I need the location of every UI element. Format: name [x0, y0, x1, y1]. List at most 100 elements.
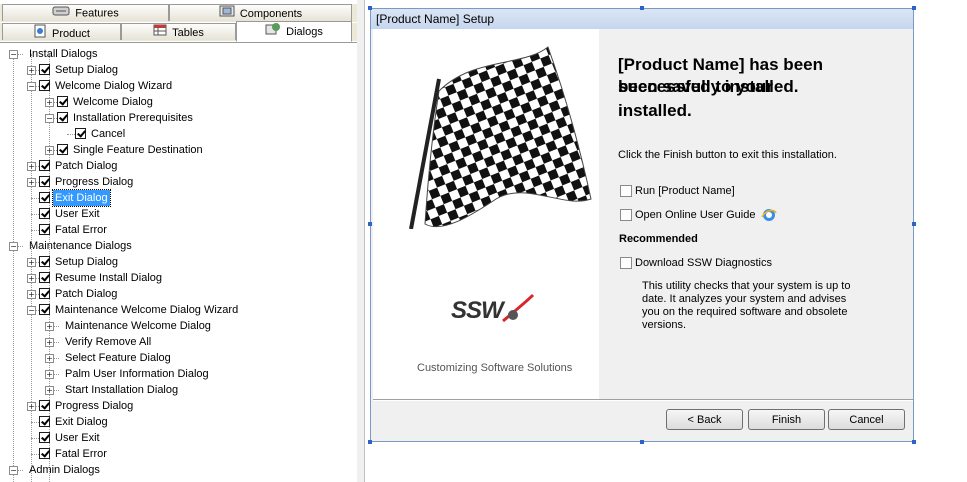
- tree-node[interactable]: − Maintenance Welcome Dialog Wizard: [0, 302, 357, 318]
- tree-checkbox[interactable]: [39, 288, 50, 299]
- tree-checkbox[interactable]: [39, 400, 50, 411]
- resize-handle[interactable]: [912, 6, 916, 10]
- collapse-icon[interactable]: −: [9, 242, 18, 251]
- expand-icon[interactable]: +: [45, 386, 54, 395]
- tree-checkbox[interactable]: [57, 144, 68, 155]
- tree-checkbox[interactable]: [39, 272, 50, 283]
- setup-dialog-preview[interactable]: [Product Name] Setup SSW Customizing Sof…: [370, 8, 914, 442]
- tree-node[interactable]: + Resume Install Dialog: [0, 270, 357, 286]
- tree-node[interactable]: − Welcome Dialog Wizard: [0, 78, 357, 94]
- run-product-checkbox[interactable]: [620, 185, 632, 197]
- expand-icon[interactable]: +: [27, 290, 36, 299]
- dialog-tree[interactable]: − Install Dialogs + Setup Dialog − Welcome Di…: [0, 44, 357, 482]
- expand-icon[interactable]: +: [27, 258, 36, 267]
- collapse-icon[interactable]: −: [9, 50, 18, 59]
- expand-icon[interactable]: +: [27, 66, 36, 75]
- tree-node[interactable]: + Single Feature Destination: [0, 142, 357, 158]
- tree-node[interactable]: + Setup Dialog: [0, 62, 357, 78]
- expand-icon[interactable]: +: [45, 354, 54, 363]
- collapse-icon[interactable]: −: [45, 114, 54, 123]
- tree-checkbox[interactable]: [39, 304, 50, 315]
- tree-checkbox[interactable]: [39, 224, 50, 235]
- resize-handle[interactable]: [368, 440, 372, 444]
- product-icon: [33, 24, 47, 44]
- collapse-icon[interactable]: −: [27, 82, 36, 91]
- tree-checkbox[interactable]: [39, 176, 50, 187]
- tree-checkbox[interactable]: [39, 208, 50, 219]
- tree-checkbox[interactable]: [57, 112, 68, 123]
- expand-icon[interactable]: +: [45, 338, 54, 347]
- run-product-label: Run [Product Name]: [635, 185, 735, 197]
- tree-checkbox[interactable]: [39, 416, 50, 427]
- tree-checkbox[interactable]: [39, 432, 50, 443]
- tree-node[interactable]: + Welcome Dialog: [0, 94, 357, 110]
- expand-icon[interactable]: +: [27, 402, 36, 411]
- tree-node[interactable]: − Install Dialogs: [0, 46, 357, 62]
- collapse-icon[interactable]: −: [27, 306, 36, 315]
- tree-node-label: Start Installation Dialog: [65, 384, 179, 396]
- tree-node[interactable]: + Start Installation Dialog: [0, 382, 357, 398]
- dialog-content: [Product Name] has been successfully ins…: [599, 29, 913, 399]
- resize-handle[interactable]: [640, 440, 644, 444]
- expand-icon[interactable]: +: [27, 178, 36, 187]
- tree-node[interactable]: − Installation Prerequisites: [0, 110, 357, 126]
- tab-product[interactable]: Product: [2, 23, 121, 40]
- resize-handle[interactable]: [368, 222, 372, 226]
- tree-node[interactable]: Fatal Error: [0, 222, 357, 238]
- tree-checkbox[interactable]: [57, 96, 68, 107]
- splitter[interactable]: [357, 0, 364, 482]
- tree-node[interactable]: User Exit: [0, 206, 357, 222]
- tree-node[interactable]: + Patch Dialog: [0, 286, 357, 302]
- tree-node[interactable]: + Progress Dialog: [0, 174, 357, 190]
- tree-node[interactable]: − Admin Dialogs: [0, 462, 357, 478]
- tree-checkbox[interactable]: [39, 80, 50, 91]
- tree-node-label: Welcome Dialog: [73, 96, 153, 108]
- tree-node[interactable]: + Select Feature Dialog: [0, 350, 357, 366]
- tab-row-bottom: Product Tables Dialogs: [0, 21, 357, 42]
- resize-handle[interactable]: [912, 222, 916, 226]
- back-button[interactable]: < Back: [666, 409, 743, 430]
- finish-button[interactable]: Finish: [748, 409, 825, 430]
- tree-node[interactable]: + Setup Dialog: [0, 254, 357, 270]
- tab-components[interactable]: Components: [169, 4, 352, 21]
- tree-node[interactable]: Fatal Error: [0, 446, 357, 462]
- resize-handle[interactable]: [368, 6, 372, 10]
- resize-handle[interactable]: [912, 440, 916, 444]
- open-guide-checkbox[interactable]: [620, 209, 632, 221]
- tab-dialogs[interactable]: Dialogs: [236, 21, 352, 42]
- tables-icon: [153, 24, 167, 42]
- cancel-button[interactable]: Cancel: [828, 409, 905, 430]
- tree-node-label: Verify Remove All: [65, 336, 152, 348]
- tree-node[interactable]: Exit Dialog: [0, 189, 357, 207]
- expand-icon[interactable]: +: [27, 162, 36, 171]
- expand-icon[interactable]: +: [45, 322, 54, 331]
- expand-icon[interactable]: +: [45, 98, 54, 107]
- tree-node[interactable]: − Maintenance Dialogs: [0, 238, 357, 254]
- tree-checkbox[interactable]: [39, 64, 50, 75]
- tab-features[interactable]: Features: [2, 4, 169, 21]
- tree-node[interactable]: User Exit: [0, 430, 357, 446]
- tree-checkbox[interactable]: [39, 448, 50, 459]
- tree-checkbox[interactable]: [39, 192, 50, 203]
- tree-node-label: User Exit: [55, 432, 100, 444]
- download-diagnostics-checkbox[interactable]: [620, 257, 632, 269]
- tree-node[interactable]: + Verify Remove All: [0, 334, 357, 350]
- expand-icon[interactable]: +: [27, 274, 36, 283]
- tree-node[interactable]: + Patch Dialog: [0, 158, 357, 174]
- expand-icon[interactable]: +: [45, 146, 54, 155]
- tree-node-label: Progress Dialog: [55, 176, 134, 188]
- expand-icon[interactable]: +: [45, 370, 54, 379]
- tree-node-label: Progress Dialog: [55, 400, 134, 412]
- tree-checkbox[interactable]: [39, 160, 50, 171]
- tree-node[interactable]: + Progress Dialog: [0, 398, 357, 414]
- collapse-icon[interactable]: −: [9, 466, 18, 475]
- dialogs-icon: [265, 22, 281, 42]
- tree-checkbox[interactable]: [39, 256, 50, 267]
- tree-checkbox[interactable]: [75, 128, 86, 139]
- tab-tables[interactable]: Tables: [121, 23, 236, 40]
- tree-node[interactable]: Cancel: [0, 126, 357, 142]
- tree-node[interactable]: + Palm User Information Dialog: [0, 366, 357, 382]
- resize-handle[interactable]: [640, 6, 644, 10]
- tree-node[interactable]: + Maintenance Welcome Dialog: [0, 318, 357, 334]
- tree-node[interactable]: Exit Dialog: [0, 414, 357, 430]
